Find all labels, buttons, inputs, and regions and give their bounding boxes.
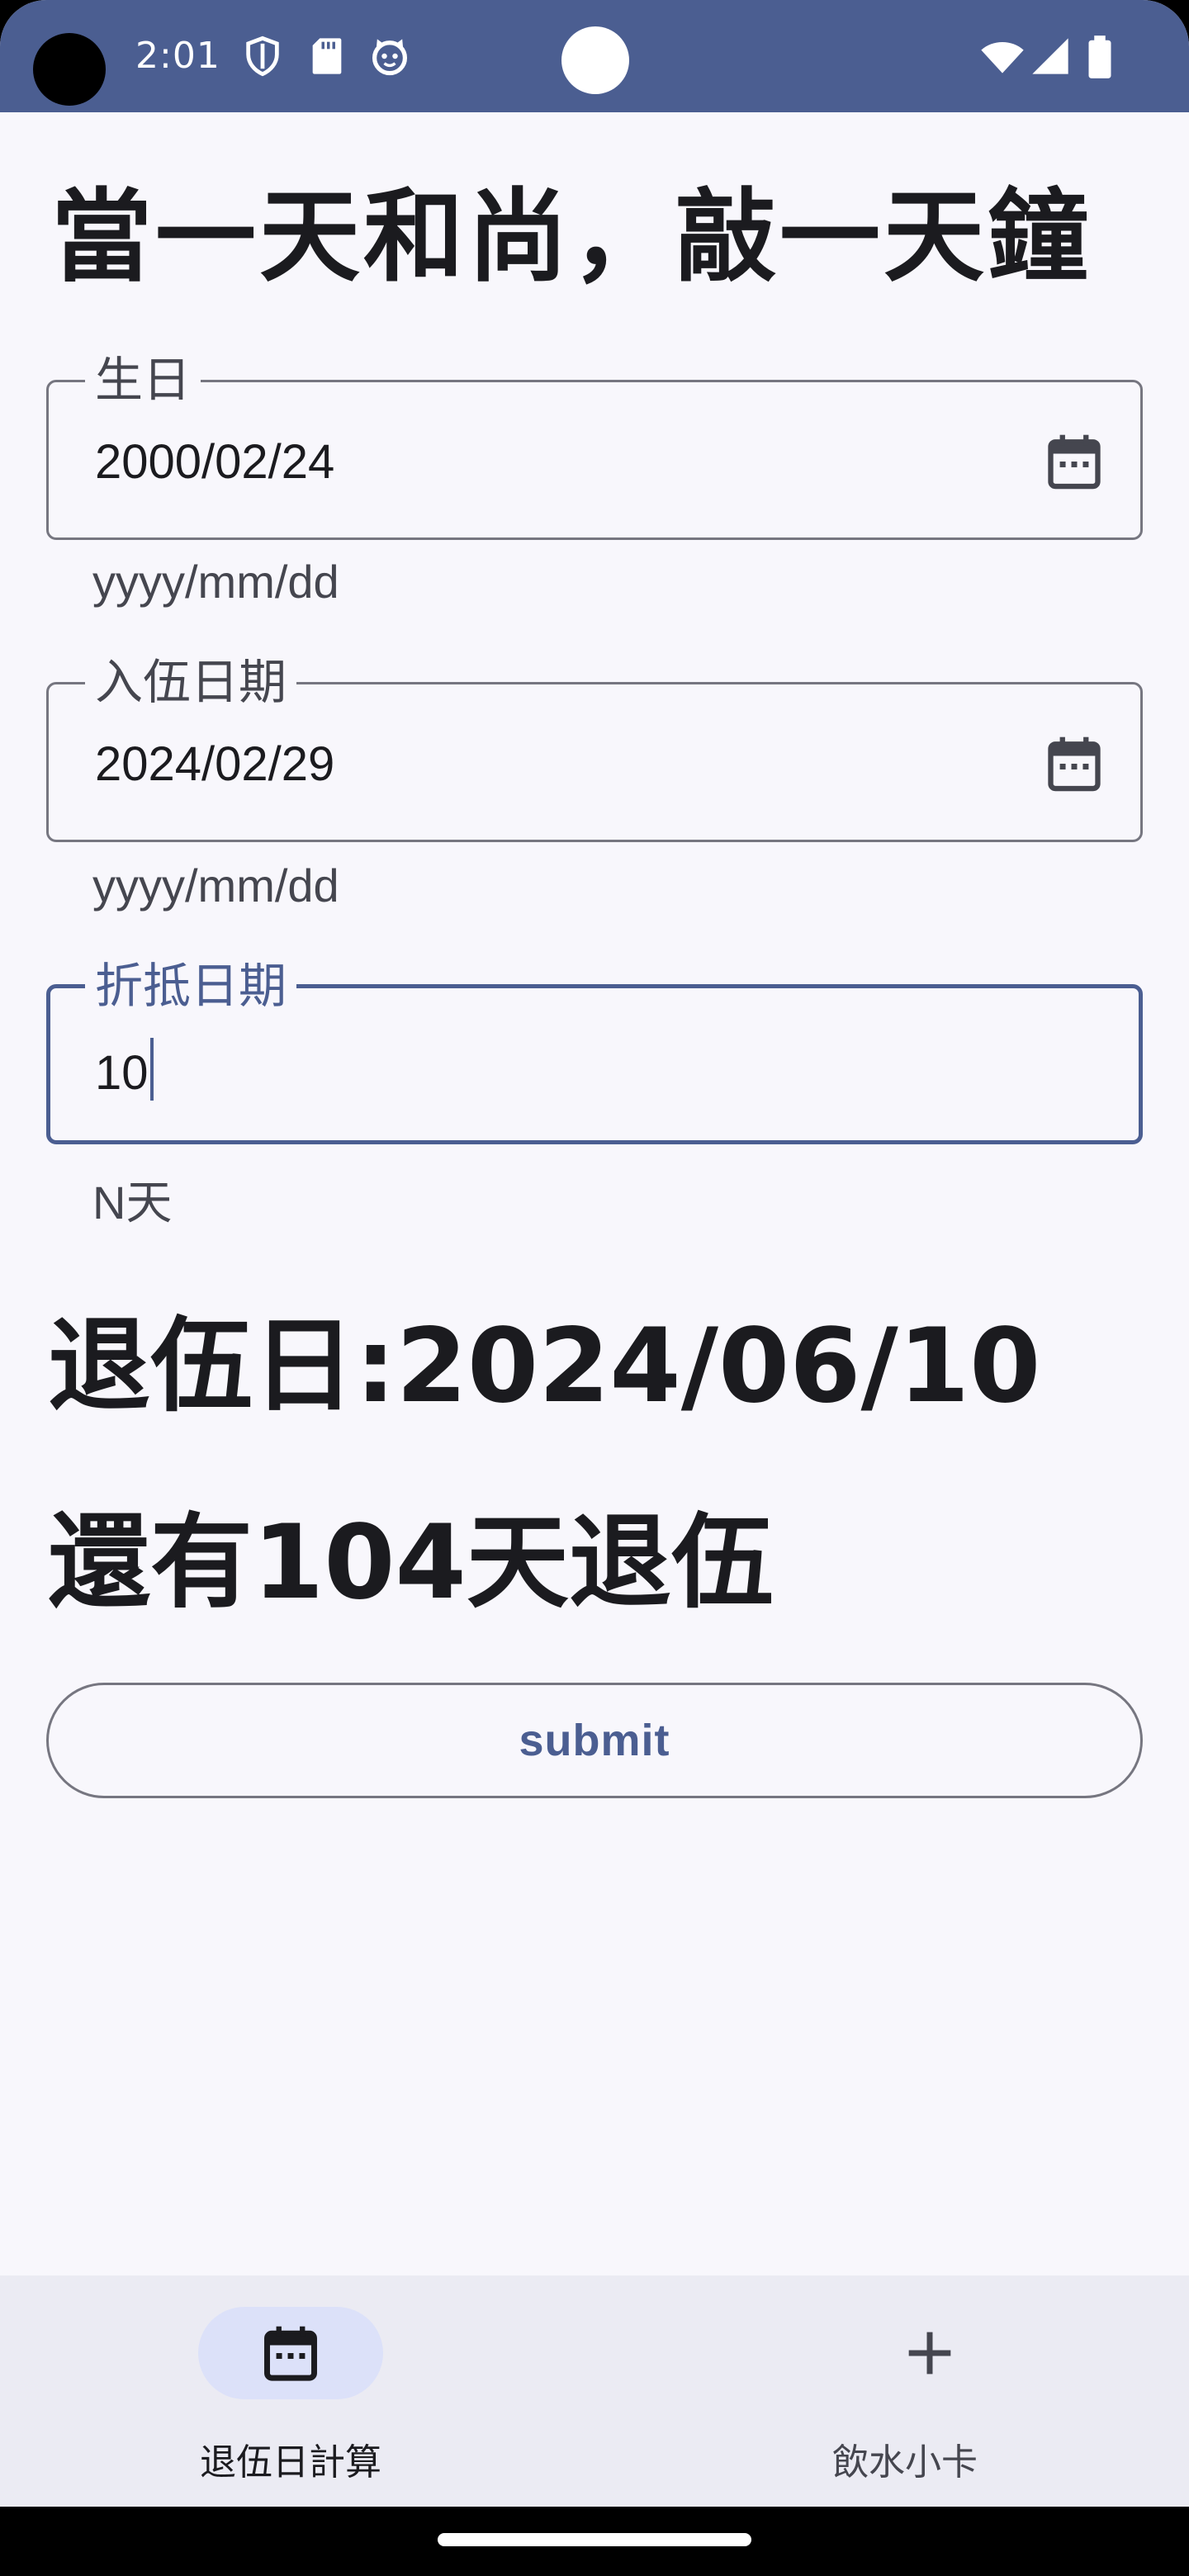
system-navigation-area (0, 2507, 1189, 2576)
birthday-label: 生日 (85, 349, 201, 410)
status-bar: 2:01 (0, 0, 1189, 112)
birthday-value[interactable]: 2000/02/24 (95, 433, 334, 491)
offset-days-input[interactable]: 10 (95, 1038, 154, 1102)
calendar-icon (264, 2326, 317, 2381)
enlist-date-label: 入伍日期 (85, 651, 297, 713)
nav-item-water-card[interactable]: 飲水小卡 (608, 2275, 1189, 2507)
app-screen: 2:01 當一天和尚，敲一天鐘 生日 2000/02/24 yyyy/mm/dd… (0, 0, 1189, 2576)
calendar-icon[interactable] (1043, 430, 1106, 493)
offset-days-label: 折抵日期 (85, 955, 297, 1016)
cell-signal-icon (1032, 38, 1068, 74)
battery-icon (1088, 36, 1111, 78)
calendar-icon[interactable] (1043, 732, 1106, 795)
discharge-date-result: 退伍日:2024/06/10 (48, 1307, 1041, 1426)
offset-days-value: 10 (95, 1046, 149, 1100)
offset-days-hint: N天 (92, 1177, 173, 1229)
status-time: 2:01 (135, 35, 220, 77)
enlist-date-format-hint: yyyy/mm/dd (92, 859, 339, 912)
bottom-navigation-bar: 退伍日計算 飲水小卡 (0, 2275, 1189, 2507)
enlist-date-value[interactable]: 2024/02/29 (95, 736, 334, 793)
shield-icon (246, 36, 279, 77)
nav-label-water-card: 飲水小卡 (832, 2441, 978, 2484)
nav-item-discharge-calculator[interactable]: 退伍日計算 (0, 2275, 594, 2507)
submit-button[interactable]: submit (46, 1683, 1143, 1798)
camera-cutout (33, 33, 106, 106)
wifi-icon (981, 42, 1024, 73)
birthday-field[interactable]: 生日 2000/02/24 (46, 349, 1143, 540)
sd-card-icon (312, 38, 342, 74)
page-title: 當一天和尚，敲一天鐘 (51, 178, 1092, 296)
offset-days-field[interactable]: 折抵日期 10 (46, 955, 1143, 1144)
days-left-result: 還有104天退伍 (48, 1503, 774, 1622)
nav-label-discharge-calculator: 退伍日計算 (200, 2441, 381, 2484)
plus-icon (908, 2332, 951, 2375)
home-gesture-handle[interactable] (438, 2533, 751, 2546)
birthday-format-hint: yyyy/mm/dd (92, 556, 339, 608)
text-caret (149, 1038, 154, 1101)
enlist-date-field[interactable]: 入伍日期 2024/02/29 (46, 651, 1143, 842)
cat-face-icon (372, 39, 408, 76)
front-camera-indicator (561, 26, 629, 94)
